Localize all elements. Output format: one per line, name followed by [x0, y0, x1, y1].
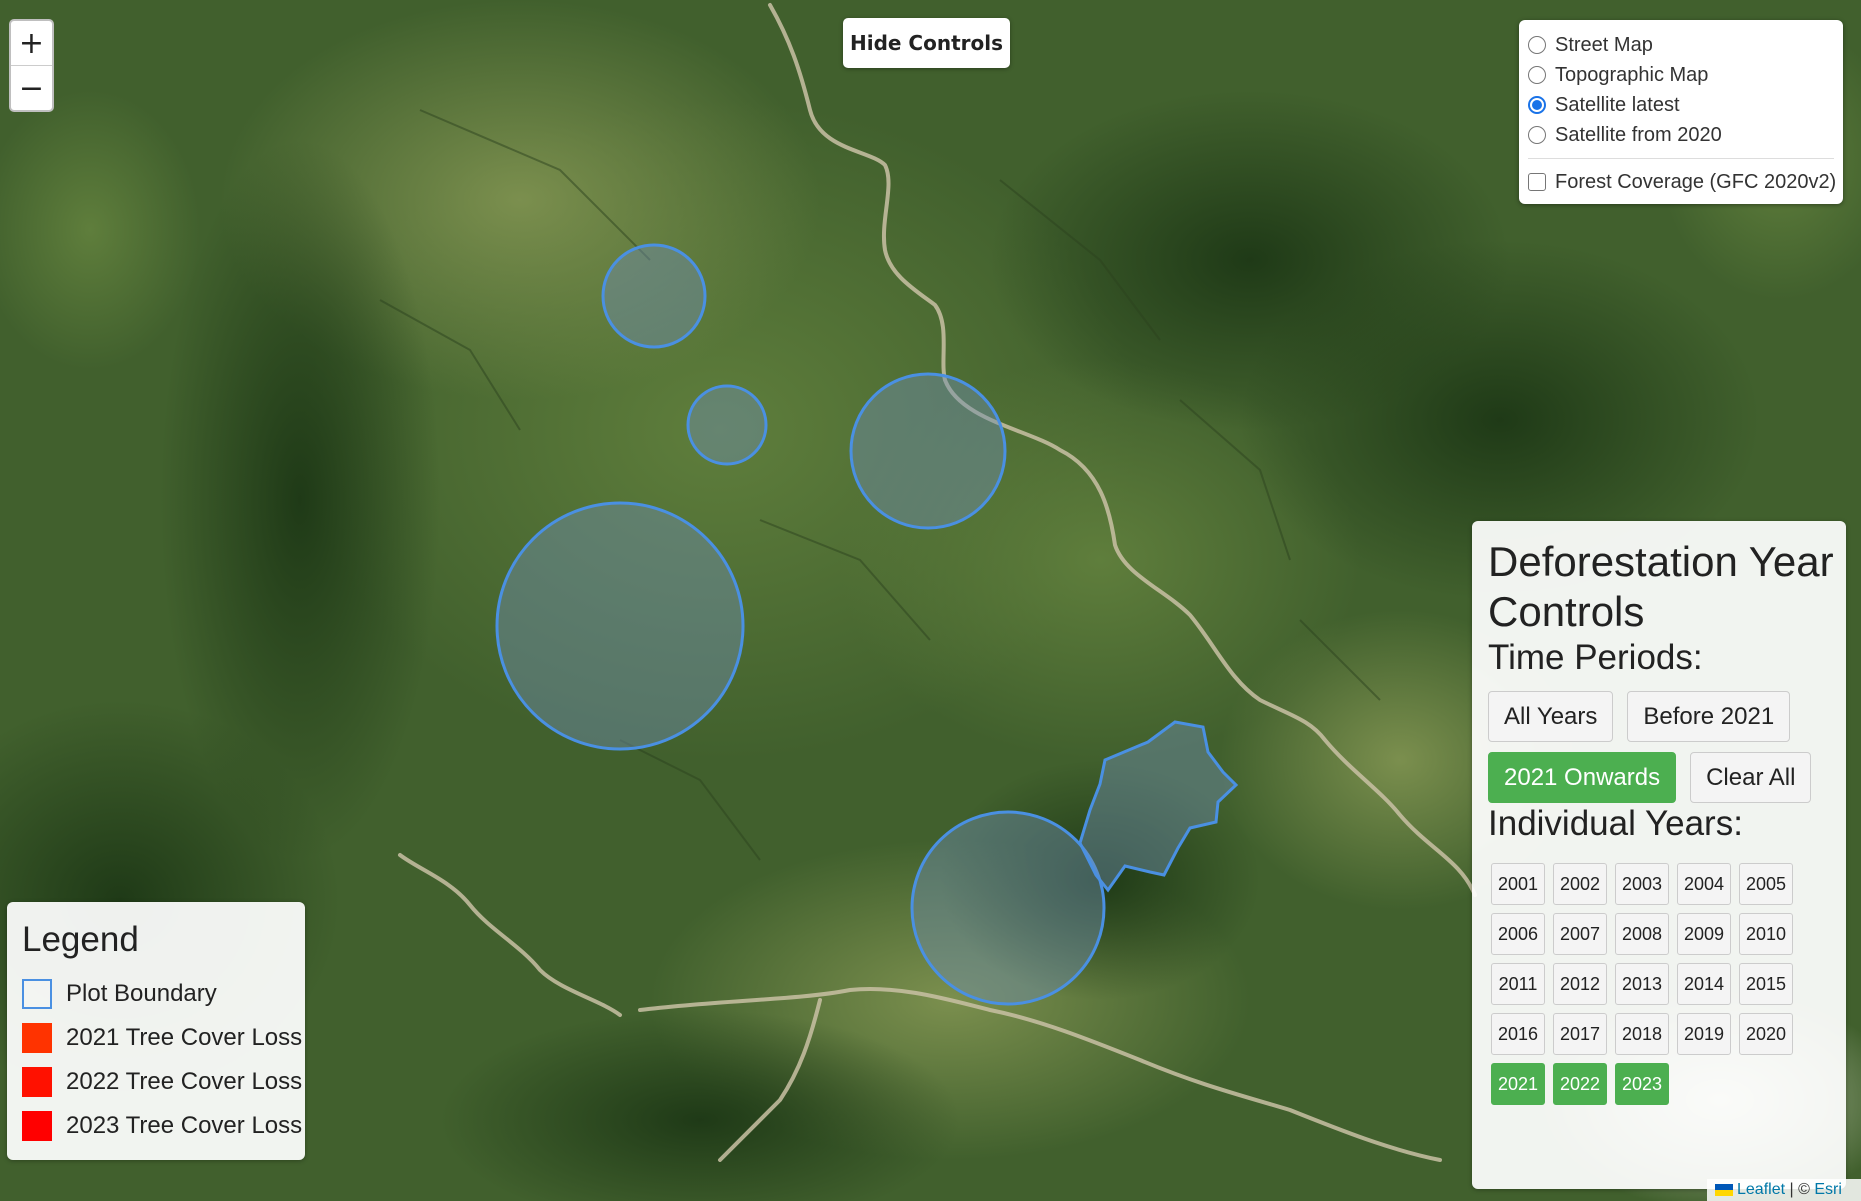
- layer-option-satellite-latest[interactable]: Satellite latest: [1528, 90, 1843, 120]
- layer-option-label: Topographic Map: [1555, 63, 1709, 86]
- layer-option-topographic-map[interactable]: Topographic Map: [1528, 60, 1843, 90]
- year-button-2017[interactable]: 2017: [1553, 1013, 1607, 1055]
- plot-boundary-circle[interactable]: [686, 384, 768, 466]
- all-years-button[interactable]: All Years: [1488, 691, 1614, 742]
- layer-option-label: Street Map: [1555, 33, 1653, 56]
- radio-button[interactable]: [1528, 66, 1546, 84]
- plot-boundary-circle[interactable]: [495, 501, 745, 751]
- plot-boundary-circle[interactable]: [601, 243, 707, 349]
- zoom-control: + −: [9, 19, 54, 112]
- radio-button-selected[interactable]: [1528, 96, 1546, 114]
- layer-option-street-map[interactable]: Street Map: [1528, 30, 1843, 60]
- year-button-2018[interactable]: 2018: [1615, 1013, 1669, 1055]
- plot-boundary-circle[interactable]: [849, 372, 1007, 530]
- year-button-2001[interactable]: 2001: [1491, 863, 1545, 905]
- layer-option-label: Satellite latest: [1555, 93, 1680, 116]
- year-button-2012[interactable]: 2012: [1553, 963, 1607, 1005]
- leaflet-link[interactable]: Leaflet: [1737, 1181, 1785, 1199]
- zoom-out-button[interactable]: −: [11, 65, 52, 110]
- period-buttons-row: 2021 Onwards Clear All: [1488, 752, 1846, 803]
- year-button-2008[interactable]: 2008: [1615, 913, 1669, 955]
- tree-cover-loss-swatch: [22, 1111, 52, 1141]
- legend-item-label: 2022 Tree Cover Loss: [66, 1068, 303, 1095]
- year-button-2006[interactable]: 2006: [1491, 913, 1545, 955]
- year-button-2022[interactable]: 2022: [1553, 1063, 1607, 1105]
- legend-panel: Legend Plot Boundary 2021 Tree Cover Los…: [7, 902, 305, 1160]
- year-button-2019[interactable]: 2019: [1677, 1013, 1731, 1055]
- year-button-2004[interactable]: 2004: [1677, 863, 1731, 905]
- time-periods-heading: Time Periods:: [1488, 638, 1703, 677]
- checkbox[interactable]: [1528, 173, 1546, 191]
- plot-boundary-swatch: [22, 979, 52, 1009]
- radio-button[interactable]: [1528, 36, 1546, 54]
- zoom-in-button[interactable]: +: [11, 21, 52, 65]
- ukraine-flag-icon: [1715, 1184, 1733, 1196]
- year-button-2020[interactable]: 2020: [1739, 1013, 1793, 1055]
- attribution-separator: | ©: [1785, 1181, 1815, 1198]
- year-button-2023[interactable]: 2023: [1615, 1063, 1669, 1105]
- plot-boundary-circle[interactable]: [910, 810, 1106, 1006]
- layer-option-label: Satellite from 2020: [1555, 123, 1722, 146]
- legend-item-2021-loss: 2021 Tree Cover Loss: [22, 1016, 305, 1060]
- year-button-2015[interactable]: 2015: [1739, 963, 1793, 1005]
- year-button-2002[interactable]: 2002: [1553, 863, 1607, 905]
- layers-separator: [1528, 158, 1834, 159]
- legend-item-plot-boundary: Plot Boundary: [22, 972, 305, 1016]
- radio-button[interactable]: [1528, 126, 1546, 144]
- legend-item-label: Plot Boundary: [66, 980, 217, 1007]
- legend-item-label: 2021 Tree Cover Loss: [66, 1024, 303, 1051]
- legend-item-label: 2023 Tree Cover Loss: [66, 1112, 303, 1139]
- legend-item-2023-loss: 2023 Tree Cover Loss: [22, 1104, 305, 1148]
- year-button-2021[interactable]: 2021: [1491, 1063, 1545, 1105]
- esri-link[interactable]: Esri: [1814, 1181, 1842, 1199]
- year-button-2016[interactable]: 2016: [1491, 1013, 1545, 1055]
- layer-option-satellite-2020[interactable]: Satellite from 2020: [1528, 120, 1843, 150]
- 2021-onwards-button[interactable]: 2021 Onwards: [1488, 752, 1677, 803]
- period-buttons-row: All Years Before 2021: [1488, 691, 1846, 742]
- layers-control: Street Map Topographic Map Satellite lat…: [1519, 20, 1843, 204]
- year-button-2010[interactable]: 2010: [1739, 913, 1793, 955]
- year-button-2003[interactable]: 2003: [1615, 863, 1669, 905]
- hide-controls-button[interactable]: Hide Controls: [843, 18, 1010, 68]
- deforestation-controls-panel: Deforestation Year Controls Time Periods…: [1472, 521, 1846, 1189]
- legend-item-2022-loss: 2022 Tree Cover Loss: [22, 1060, 305, 1104]
- year-button-2014[interactable]: 2014: [1677, 963, 1731, 1005]
- clear-all-button[interactable]: Clear All: [1690, 752, 1812, 803]
- year-button-2011[interactable]: 2011: [1491, 963, 1545, 1005]
- legend-title: Legend: [22, 920, 139, 959]
- before-2021-button[interactable]: Before 2021: [1627, 691, 1791, 742]
- year-button-2013[interactable]: 2013: [1615, 963, 1669, 1005]
- individual-years-heading: Individual Years:: [1488, 804, 1743, 843]
- map-attribution: Leaflet | © Esri: [1707, 1179, 1861, 1201]
- overlay-option-forest-coverage[interactable]: Forest Coverage (GFC 2020v2): [1528, 167, 1843, 197]
- year-buttons-grid: 2001 2002 2003 2004 2005 2006 2007 2008 2009 2010…: [1491, 863, 1846, 1105]
- year-button-2005[interactable]: 2005: [1739, 863, 1793, 905]
- year-button-2007[interactable]: 2007: [1553, 913, 1607, 955]
- year-button-2009[interactable]: 2009: [1677, 913, 1731, 955]
- panel-title: Deforestation Year Controls: [1488, 538, 1834, 635]
- tree-cover-loss-swatch: [22, 1067, 52, 1097]
- tree-cover-loss-swatch: [22, 1023, 52, 1053]
- overlay-option-label: Forest Coverage (GFC 2020v2): [1555, 170, 1837, 193]
